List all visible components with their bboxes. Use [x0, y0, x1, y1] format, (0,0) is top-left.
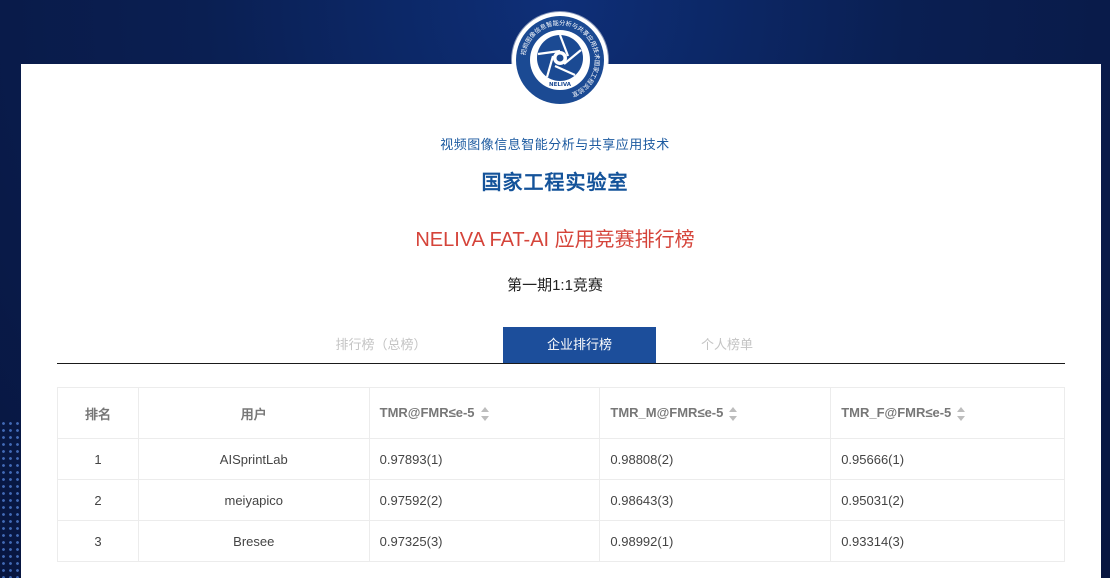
column-header-tmr[interactable]: TMR@FMR≤e-5 [368, 387, 601, 439]
table-row: 3 Bresee 0.97325(3) 0.98992(1) 0.93314(3… [57, 520, 1065, 562]
tab-overall[interactable]: 排行榜（总榜） [313, 327, 449, 363]
tmr-f-cell: 0.95031(2) [830, 479, 1065, 521]
contest-title: NELIVA FAT-AI 应用竞赛排行榜 [415, 229, 695, 251]
tmr-m-cell: 0.98808(2) [599, 438, 832, 480]
logo-text: NELIVA [549, 82, 572, 88]
user-cell: AISprintLab [137, 438, 370, 480]
user-cell: meiyapico [137, 479, 370, 521]
column-header-user: 用户 [137, 387, 370, 439]
table-header-row: 排名 用户 TMR@FMR≤e-5 TMR_M@FMR≤e-5 TMR_F@FM… [57, 387, 1065, 439]
tab-enterprise[interactable]: 企业排行榜 [503, 327, 656, 363]
sort-icon[interactable] [957, 406, 966, 421]
column-header-tmr-f[interactable]: TMR_F@FMR≤e-5 [830, 387, 1065, 439]
column-header-tmr-m-label: TMR_M@FMR≤e-5 [610, 405, 724, 421]
lab-logo: 视频图像信息智能分析与共享应用技术国家工程实验室 NELIVA [512, 12, 608, 108]
leaderboard-table: 排名 用户 TMR@FMR≤e-5 TMR_M@FMR≤e-5 TMR_F@FM… [57, 387, 1065, 562]
tmr-f-cell: 0.95666(1) [830, 438, 1065, 480]
tmr-cell: 0.97893(1) [368, 438, 601, 480]
column-header-tmr-m[interactable]: TMR_M@FMR≤e-5 [599, 387, 832, 439]
lab-subtitle: 视频图像信息智能分析与共享应用技术 [440, 137, 670, 152]
lab-title: 国家工程实验室 [481, 172, 629, 194]
sort-icon[interactable] [729, 406, 738, 421]
tmr-cell: 0.97325(3) [368, 520, 601, 562]
column-header-tmr-label: TMR@FMR≤e-5 [379, 405, 475, 421]
rank-cell: 1 [57, 438, 139, 480]
sort-icon[interactable] [480, 406, 489, 421]
table-row: 2 meiyapico 0.97592(2) 0.98643(3) 0.9503… [57, 479, 1065, 521]
user-cell: Bresee [137, 520, 370, 562]
leaderboard-tabs: 排行榜（总榜） 企业排行榜 个人榜单 [57, 327, 1065, 364]
column-header-rank: 排名 [57, 387, 139, 439]
rank-cell: 3 [57, 520, 139, 562]
contest-phase: 第一期1:1竞赛 [507, 277, 603, 294]
rank-cell: 2 [57, 479, 139, 521]
tab-personal[interactable]: 个人榜单 [663, 327, 791, 363]
background-dots [0, 420, 22, 578]
column-header-tmr-f-label: TMR_F@FMR≤e-5 [841, 405, 952, 421]
tmr-cell: 0.97592(2) [368, 479, 601, 521]
tmr-m-cell: 0.98992(1) [599, 520, 832, 562]
tmr-f-cell: 0.93314(3) [830, 520, 1065, 562]
table-row: 1 AISprintLab 0.97893(1) 0.98808(2) 0.95… [57, 438, 1065, 480]
aperture-seal-icon: 视频图像信息智能分析与共享应用技术国家工程实验室 NELIVA [516, 16, 604, 104]
tmr-m-cell: 0.98643(3) [599, 479, 832, 521]
